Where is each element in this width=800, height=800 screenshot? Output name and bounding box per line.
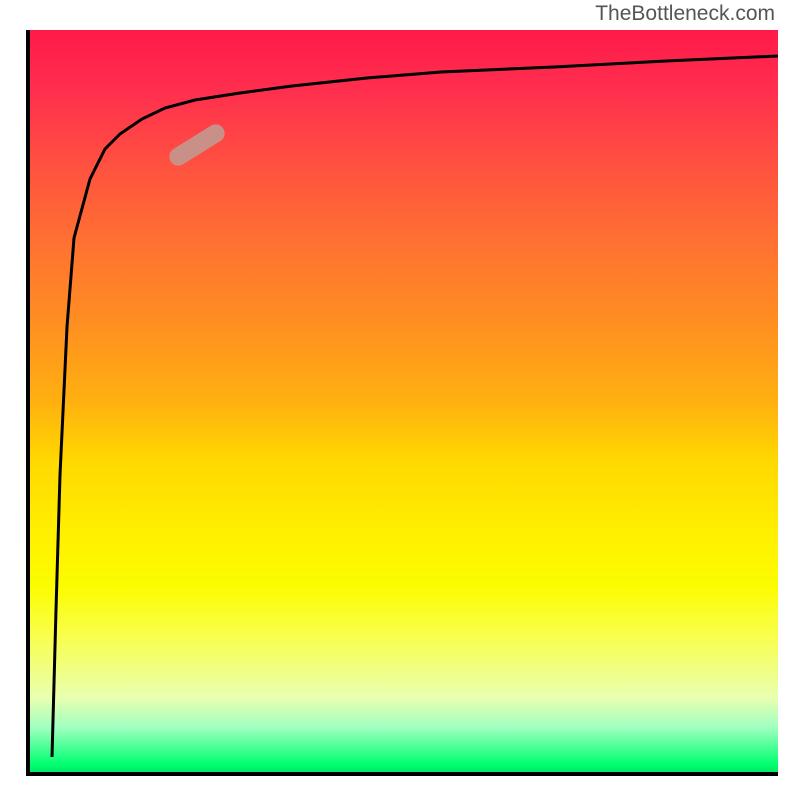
- chart-curve-svg: [30, 30, 778, 772]
- bottleneck-curve-line: [52, 56, 778, 757]
- chart-container: [26, 30, 778, 776]
- watermark-text: TheBottleneck.com: [595, 2, 775, 26]
